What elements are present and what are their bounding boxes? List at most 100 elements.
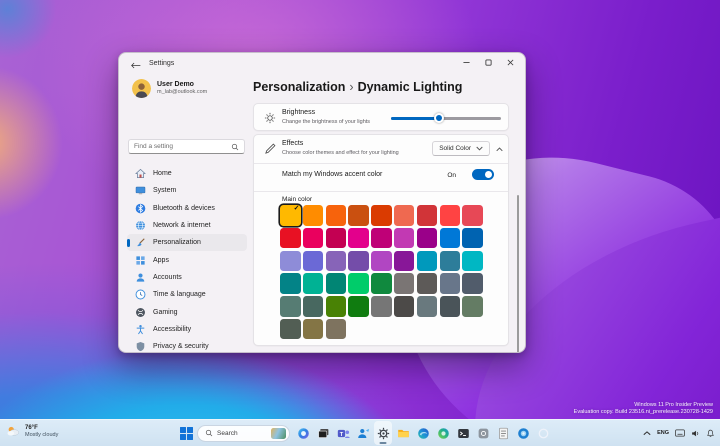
sidebar-item-network-internet[interactable]: Network & internet [127, 217, 247, 234]
color-swatch-liddy-green[interactable] [462, 296, 483, 317]
color-swatch-rust[interactable] [371, 205, 392, 226]
scrollbar[interactable] [517, 195, 519, 353]
volume-icon[interactable] [691, 429, 700, 438]
color-swatch-purple-shadow-dark[interactable] [303, 251, 324, 272]
color-swatch-metal-blue[interactable] [462, 273, 483, 294]
sidebar-item-privacy-security[interactable]: Privacy & security [127, 338, 247, 353]
color-swatch-purple-shadow[interactable] [280, 251, 301, 272]
settings-search[interactable] [128, 139, 245, 154]
color-swatch-cool-blue-bright[interactable] [417, 251, 438, 272]
minimize-button[interactable] [455, 55, 477, 70]
color-swatch-green[interactable] [348, 296, 369, 317]
taskbar-search[interactable]: Search [197, 425, 290, 442]
color-swatch-mod-red[interactable] [440, 205, 461, 226]
sidebar-item-accessibility[interactable]: Accessibility [127, 321, 247, 338]
taskbar-copilot-icon[interactable] [294, 421, 312, 445]
taskbar-photos-icon[interactable] [514, 421, 532, 445]
color-swatch-moss[interactable] [303, 296, 324, 317]
match-accent-toggle[interactable] [472, 169, 494, 180]
taskbar-task-view-icon[interactable] [314, 421, 332, 445]
effects-dropdown[interactable]: Solid Color [432, 141, 490, 156]
effects-collapse-button[interactable] [494, 144, 505, 155]
color-swatch-plum-light[interactable] [348, 228, 369, 249]
taskbar-people-icon[interactable] [354, 421, 372, 445]
taskbar-powertoys-icon[interactable] [534, 421, 552, 445]
color-swatch-mint-light[interactable] [303, 273, 324, 294]
color-swatch-gold[interactable] [303, 205, 324, 226]
color-swatch-mint-dark[interactable] [326, 273, 347, 294]
color-swatch-blue-gray[interactable] [417, 296, 438, 317]
color-swatch-gray-dark[interactable] [440, 296, 461, 317]
tray-chevron-up-icon[interactable] [643, 431, 651, 436]
color-swatch-iris-pastel[interactable] [326, 251, 347, 272]
maximize-button[interactable] [477, 55, 499, 70]
color-swatch-orange-bright[interactable] [326, 205, 347, 226]
taskbar-terminal-icon[interactable] [454, 421, 472, 445]
color-swatch-pale-red[interactable] [462, 205, 483, 226]
brightness-slider[interactable] [391, 117, 501, 120]
sidebar-item-apps[interactable]: Apps [127, 251, 247, 268]
color-swatch-storm[interactable] [394, 296, 415, 317]
sidebar-item-gaming[interactable]: Gaming [127, 303, 247, 320]
color-swatch-turf-green[interactable] [348, 273, 369, 294]
notification-bell-icon[interactable] [706, 429, 715, 438]
taskbar-teams-icon[interactable]: T [334, 421, 352, 445]
color-swatch-cool-blue[interactable] [440, 251, 461, 272]
color-swatch-rose-bright[interactable] [303, 228, 324, 249]
page-title: Dynamic Lighting [358, 80, 463, 94]
color-swatch-sport-green[interactable] [371, 273, 392, 294]
color-swatch-plum[interactable] [371, 228, 392, 249]
apps-icon [135, 255, 146, 266]
weather-widget[interactable]: 76°F Mostly cloudy [6, 424, 58, 439]
color-swatch-brick-red[interactable] [417, 205, 438, 226]
breadcrumb-parent[interactable]: Personalization [253, 80, 345, 94]
color-swatch-default-blue[interactable] [440, 228, 461, 249]
color-swatch-rose[interactable] [326, 228, 347, 249]
taskbar-snipping-tool-icon[interactable] [474, 421, 492, 445]
color-swatch-violet-red-light[interactable] [371, 251, 392, 272]
sidebar-item-accounts[interactable]: Accounts [127, 269, 247, 286]
color-swatch-sage[interactable] [280, 319, 301, 340]
color-swatch-camouflage-desert[interactable] [303, 319, 324, 340]
brightness-slider-thumb[interactable] [434, 113, 444, 123]
start-button[interactable] [180, 427, 193, 440]
color-swatch-navy-blue[interactable] [462, 228, 483, 249]
color-swatch-gray[interactable] [394, 273, 415, 294]
taskbar-notepad-icon[interactable] [494, 421, 512, 445]
color-swatch-red[interactable] [280, 228, 301, 249]
color-swatch-seafoam-teal[interactable] [280, 273, 301, 294]
settings-search-input[interactable] [129, 143, 231, 150]
titlebar[interactable]: Settings [119, 53, 525, 77]
color-swatch-violet-red[interactable] [394, 251, 415, 272]
close-button[interactable] [499, 55, 521, 70]
sidebar-item-time-language[interactable]: Time & language [127, 286, 247, 303]
color-grid: ✓ [280, 205, 483, 339]
bing-daily-image[interactable] [271, 428, 286, 439]
color-swatch-gray-brown[interactable] [417, 273, 438, 294]
touch-keyboard-icon[interactable] [675, 429, 685, 437]
color-swatch-pale-rust[interactable] [394, 205, 415, 226]
color-swatch-orchid-light[interactable] [394, 228, 415, 249]
color-swatch-meadow-green[interactable] [326, 296, 347, 317]
taskbar-edge-dev-icon[interactable] [434, 421, 452, 445]
taskbar-edge-icon[interactable] [414, 421, 432, 445]
color-swatch-overcast[interactable] [371, 296, 392, 317]
color-swatch-camouflage[interactable] [326, 319, 347, 340]
sidebar-item-system[interactable]: System [127, 182, 247, 199]
color-swatch-yellow-gold[interactable]: ✓ [280, 205, 301, 226]
taskbar-file-explorer-icon[interactable] [394, 421, 412, 445]
color-swatch-pale-moss[interactable] [280, 296, 301, 317]
user-profile[interactable]: User Demo m_lab@outlook.com [132, 79, 207, 98]
color-swatch-steel-blue[interactable] [440, 273, 461, 294]
color-swatch-orange-dark[interactable] [348, 205, 369, 226]
back-button[interactable] [129, 58, 143, 72]
sidebar-item-personalization[interactable]: Personalization [127, 234, 247, 251]
divider [254, 191, 508, 192]
color-swatch-orchid[interactable] [417, 228, 438, 249]
color-swatch-iris-spring[interactable] [348, 251, 369, 272]
sidebar-item-bluetooth-devices[interactable]: Bluetooth & devices [127, 200, 247, 217]
taskbar-settings-icon[interactable] [374, 421, 392, 445]
language-indicator[interactable]: ENG [657, 430, 669, 436]
sidebar-item-home[interactable]: Home [127, 165, 247, 182]
color-swatch-seafoam[interactable] [462, 251, 483, 272]
